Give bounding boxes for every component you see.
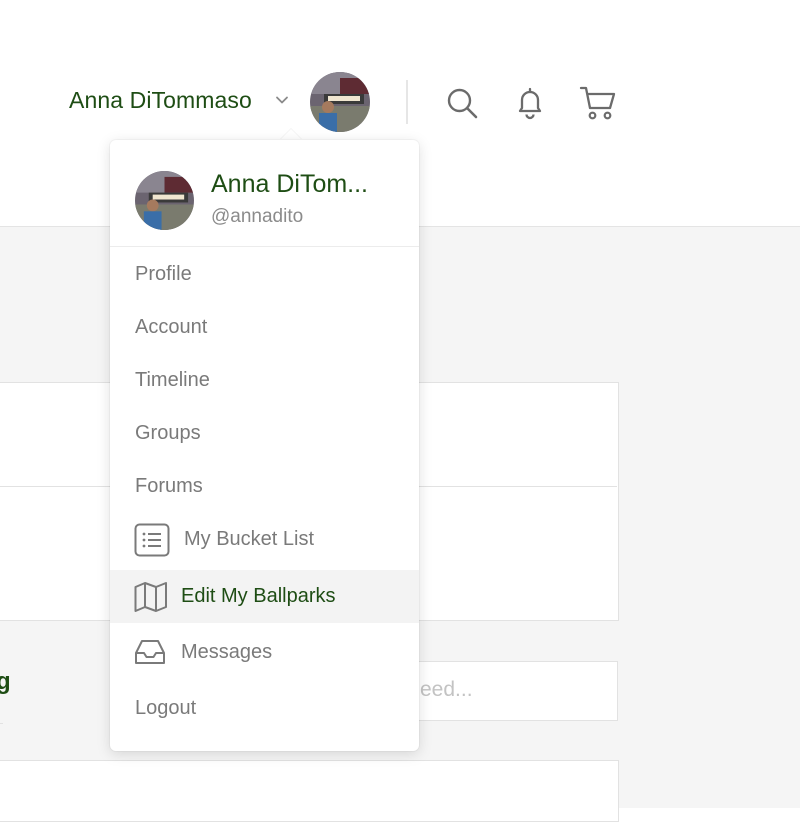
dropdown-user-header[interactable]: Anna DiTom... @annadito: [110, 140, 419, 247]
menu-item-label: Edit My Ballparks: [181, 585, 336, 607]
avatar[interactable]: [310, 72, 370, 132]
map-icon: [134, 581, 168, 618]
menu-item-label: Groups: [135, 422, 201, 444]
dropdown-user-name: Anna DiTom...: [211, 170, 369, 198]
list-icon: [134, 523, 170, 562]
edge-line: [0, 723, 3, 724]
dropdown-user-handle: @annadito: [211, 206, 304, 227]
menu-item-label: Messages: [181, 641, 273, 663]
feed-placeholder-text: eed...: [420, 678, 473, 701]
inbox-icon: [134, 638, 166, 671]
menu-item-account[interactable]: Account: [110, 301, 419, 354]
menu-item-timeline[interactable]: Timeline: [110, 354, 419, 407]
menu-item-forums[interactable]: Forums: [110, 460, 419, 513]
menu-item-label: My Bucket List: [184, 528, 315, 550]
menu-item-profile[interactable]: Profile: [110, 248, 419, 301]
menu-item-groups[interactable]: Groups: [110, 407, 419, 460]
menu-item-logout[interactable]: Logout: [110, 682, 419, 735]
user-dropdown-menu: Anna DiTom... @annadito Profile Account …: [110, 140, 419, 751]
content-card-2: [0, 760, 619, 822]
dropdown-pointer: [280, 129, 302, 140]
cart-icon[interactable]: [579, 85, 617, 121]
menu-item-label: Forums: [135, 475, 203, 497]
bell-icon[interactable]: [515, 86, 545, 120]
chevron-down-icon[interactable]: [274, 92, 290, 108]
header-user-name[interactable]: Anna DiTommaso: [69, 87, 252, 114]
menu-item-my-bucket-list[interactable]: My Bucket List: [110, 513, 419, 566]
menu-item-messages[interactable]: Messages: [110, 626, 419, 679]
search-icon[interactable]: [446, 87, 478, 119]
menu-item-label: Account: [135, 316, 208, 338]
header-divider: [406, 80, 408, 124]
menu-item-label: Timeline: [135, 369, 210, 391]
menu-item-label: Profile: [135, 263, 192, 285]
menu-item-edit-my-ballparks[interactable]: Edit My Ballparks: [110, 570, 419, 623]
partial-heading-text: g: [0, 668, 11, 695]
avatar[interactable]: [135, 171, 194, 230]
menu-item-label: Logout: [135, 697, 197, 719]
